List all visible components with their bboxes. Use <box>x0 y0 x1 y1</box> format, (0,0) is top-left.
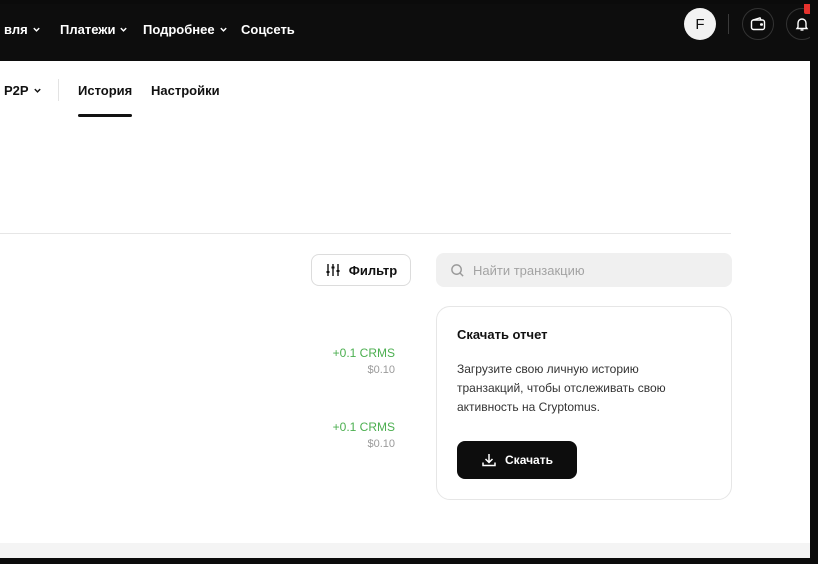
footer-strip <box>0 543 810 558</box>
download-report-card: Скачать отчет Загрузите свою личную исто… <box>436 306 732 500</box>
window-frame-bottom <box>0 558 818 564</box>
tab-settings[interactable]: Настройки <box>151 83 220 98</box>
download-button[interactable]: Скачать <box>457 441 577 479</box>
search-box[interactable] <box>436 253 732 287</box>
nav-item-label: Платежи <box>60 22 116 37</box>
wallet-icon <box>750 16 766 31</box>
transaction-row[interactable]: +0.1 CRMS $0.10 <box>300 346 395 376</box>
chevron-down-icon <box>120 27 128 32</box>
tab-label: История <box>78 83 133 98</box>
sub-navigation: P2P История Настройки <box>0 61 810 118</box>
filter-button-label: Фильтр <box>348 262 398 278</box>
transaction-fiat-value: $0.10 <box>367 364 395 376</box>
avatar[interactable]: F <box>684 8 716 40</box>
nav-item-label: вля <box>4 22 28 37</box>
chevron-down-icon <box>33 88 41 93</box>
avatar-letter: F <box>695 15 705 33</box>
section-divider <box>0 233 731 234</box>
top-navigation-bar: вля Платежи Подробнее Соцсеть F <box>0 4 818 61</box>
filter-button[interactable]: Фильтр <box>311 254 411 286</box>
window-frame-right <box>810 0 818 564</box>
chevron-down-icon <box>219 27 227 32</box>
transaction-amount: +0.1 CRMS <box>332 346 395 360</box>
card-description: Загрузите свою личную историю транзакций… <box>457 362 666 414</box>
filter-sliders-icon <box>326 264 340 276</box>
chevron-down-icon <box>32 27 40 32</box>
nav-item-payments[interactable]: Платежи <box>60 22 128 37</box>
wallet-button[interactable] <box>742 8 774 40</box>
main-content: Фильтр +0.1 CRMS $0.10 +0.1 CRMS $0.10 С… <box>0 118 810 543</box>
tab-label: Настройки <box>151 83 220 98</box>
nav-item-more[interactable]: Подробнее <box>143 22 228 37</box>
download-icon <box>482 454 496 467</box>
search-input[interactable] <box>473 262 713 278</box>
tab-label: P2P <box>4 83 29 98</box>
transaction-fiat-value: $0.10 <box>367 438 395 450</box>
nav-item-management[interactable]: вля <box>4 22 41 37</box>
topbar-divider <box>728 14 729 34</box>
nav-item-social[interactable]: Соцсеть <box>241 22 295 37</box>
nav-item-label: Подробнее <box>143 22 215 37</box>
bell-icon <box>795 18 809 31</box>
transaction-row[interactable]: +0.1 CRMS $0.10 <box>300 420 395 450</box>
subnav-divider <box>58 79 59 101</box>
transaction-amount: +0.1 CRMS <box>332 420 395 434</box>
card-title: Скачать отчет <box>457 327 548 342</box>
tab-history[interactable]: История <box>78 83 132 98</box>
active-tab-indicator <box>78 114 132 117</box>
nav-item-label: Соцсеть <box>241 22 295 37</box>
tab-p2p-dropdown[interactable]: P2P <box>4 83 42 98</box>
download-button-label: Скачать <box>505 453 553 467</box>
search-icon <box>451 263 464 277</box>
